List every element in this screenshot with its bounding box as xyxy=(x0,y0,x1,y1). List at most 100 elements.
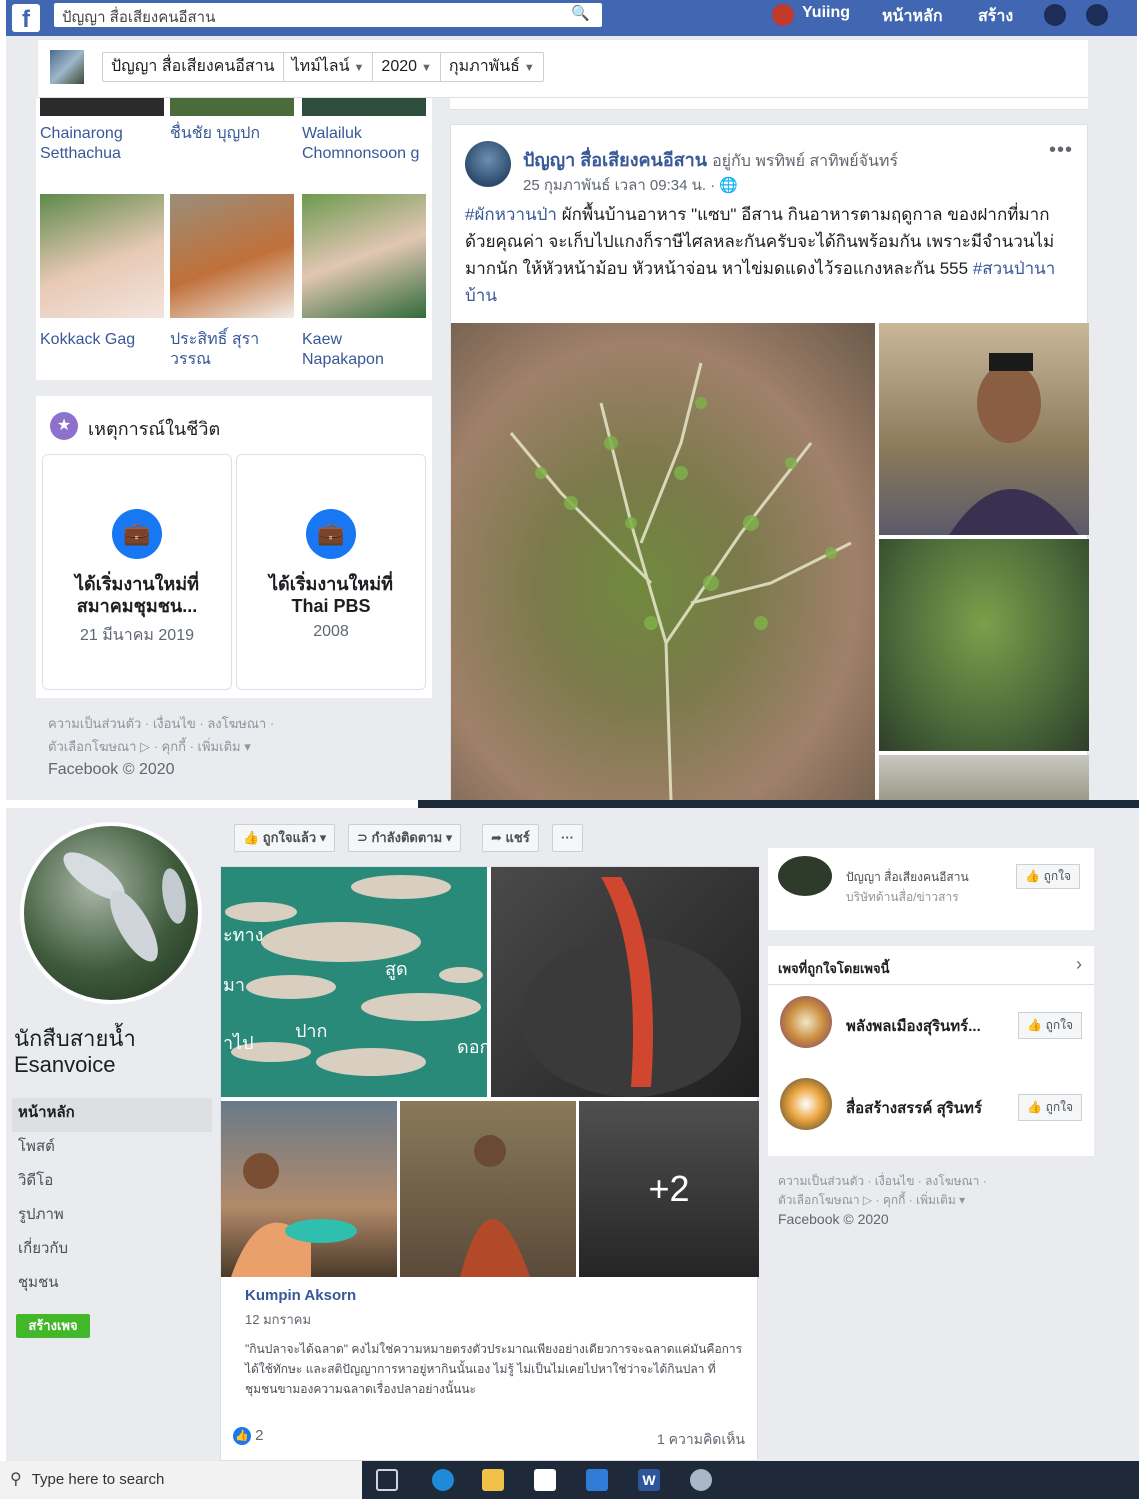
liked-page-name[interactable]: สื่อสร้างสรรค์ สุรินทร์ xyxy=(846,1096,982,1120)
comment-count[interactable]: 1 ความคิดเห็น xyxy=(657,1429,745,1451)
life-event-card[interactable]: 💼 ได้เริ่มงานใหม่ที่ Thai PBS 2008 xyxy=(236,454,426,690)
create-page-button[interactable]: สร้างเพจ xyxy=(16,1314,90,1338)
footer-links[interactable]: ตัวเลือกโฆษณา ▷ · คุกกี้ · เพิ่มเติม ▾ xyxy=(48,735,274,758)
friend-photo[interactable] xyxy=(302,98,426,116)
post-author[interactable]: ปัญญา สื่อเสียงคนอีสาน อยู่กับ พรทิพย์ ส… xyxy=(523,145,898,174)
friend-name[interactable]: Chainarong Setthachua xyxy=(40,124,164,164)
friends-icon[interactable] xyxy=(1044,4,1066,26)
fish-label: ะทาง xyxy=(223,925,263,946)
chevron-down-icon: ▼ xyxy=(353,62,365,74)
sidebar-item-about[interactable]: เกี่ยวกับ xyxy=(12,1234,212,1268)
crumb-month[interactable]: กุมภาพันธ์ ▼ xyxy=(441,53,543,81)
timeline-screenshot: f ปัญญา สื่อเสียงคนอีสาน 🔍 Yuiing หน้าหล… xyxy=(6,0,1137,800)
fish-fillet-illustration xyxy=(521,877,741,1097)
more-photos-count[interactable]: +2 xyxy=(579,1101,759,1277)
friend-photo[interactable] xyxy=(40,194,164,318)
life-event-card[interactable]: 💼 ได้เริ่มงานใหม่ที่ สมาคมชุมชน... 21 มี… xyxy=(42,454,232,690)
friend-photo[interactable] xyxy=(302,194,426,318)
following-button[interactable]: ⊃ กำลังติดตาม ▾ xyxy=(348,824,462,852)
windows-taskbar: ⚲ Type here to search W xyxy=(0,1461,1139,1499)
profile-thumbnail[interactable] xyxy=(50,50,84,84)
home-link[interactable]: หน้าหลัก xyxy=(882,4,943,29)
sidebar-item-community[interactable]: ชุมชน xyxy=(12,1268,212,1302)
post-photo-selfie[interactable] xyxy=(879,323,1089,535)
man-illustration xyxy=(460,1135,530,1277)
sidebar-item-photos[interactable]: รูปภาพ xyxy=(12,1200,212,1234)
life-events-card: ★ เหตุการณ์ในชีวิต 💼 ได้เริ่มงานใหม่ที่ … xyxy=(36,396,432,698)
fish-fillet-photo[interactable] xyxy=(491,867,759,1097)
user-avatar[interactable] xyxy=(772,4,794,26)
page-profile-photo[interactable] xyxy=(20,822,202,1004)
mail-icon[interactable] xyxy=(586,1469,608,1491)
woman-washing-photo[interactable] xyxy=(221,1101,397,1277)
post-author[interactable]: Kumpin Aksorn xyxy=(245,1287,356,1304)
liked-pages-card: เพจที่ถูกใจโดยเพจนี้ › พลังพลเมืองสุรินท… xyxy=(768,946,1094,1156)
word-icon[interactable]: W xyxy=(638,1469,660,1491)
post-photo-extra[interactable] xyxy=(879,755,1089,800)
reaction-summary[interactable]: 👍 2 xyxy=(233,1427,264,1446)
footer-links[interactable]: ความเป็นส่วนตัว · เงื่อนไข · ลงโฆษณา · xyxy=(778,1172,987,1191)
crumb-profile[interactable]: ปัญญา สื่อเสียงคนอีสาน xyxy=(103,53,284,81)
liked-button[interactable]: 👍 ถูกใจแล้ว ▾ xyxy=(234,824,336,852)
sidebar-item-home[interactable]: หน้าหลัก xyxy=(12,1098,212,1132)
page-footer: ความเป็นส่วนตัว · เงื่อนไข · ลงโฆษณา · ต… xyxy=(48,712,274,781)
like-page-button[interactable]: 👍 ถูกใจ xyxy=(1018,1012,1082,1039)
more-photos-tile[interactable]: +2 xyxy=(579,1101,759,1277)
fish-label: สูด xyxy=(385,959,408,980)
page-logo-icon[interactable] xyxy=(780,1078,832,1130)
page-action-bar: 👍 ถูกใจแล้ว ▾ ⊃ กำลังติดตาม ▾ ➦ แชร์ ··· xyxy=(220,816,758,860)
chevron-right-icon[interactable]: › xyxy=(1076,954,1082,975)
breadcrumb: ปัญญา สื่อเสียงคนอีสาน ไทม์ไลน์ ▼ 2020 ▼ ก… xyxy=(102,52,544,82)
profile-link[interactable]: Yuiing xyxy=(802,4,850,22)
related-page-name[interactable]: ปัญญา สื่อเสียงคนอีสาน xyxy=(846,868,969,887)
life-event-date: 2008 xyxy=(313,623,349,640)
related-page-avatar[interactable] xyxy=(778,856,832,896)
friend-photo[interactable] xyxy=(170,194,294,318)
edge-icon[interactable] xyxy=(432,1469,454,1491)
post-photo-plant[interactable] xyxy=(879,539,1089,751)
friend-name[interactable]: ประสิทธิ์ สุรา วรรณ xyxy=(170,330,294,370)
search-icon[interactable]: 🔍 xyxy=(571,4,590,22)
friend-photo[interactable] xyxy=(40,98,164,116)
post-photo-main[interactable] xyxy=(451,323,875,800)
file-explorer-icon[interactable] xyxy=(482,1469,504,1491)
task-view-icon[interactable] xyxy=(376,1469,398,1491)
friend-name[interactable]: Kaew Napakapon xyxy=(302,330,426,370)
store-icon[interactable] xyxy=(534,1469,556,1491)
facebook-logo-icon[interactable]: f xyxy=(12,4,40,33)
post-tagged-with[interactable]: อยู่กับ พรทิพย์ สาทิพย์จันทร์ xyxy=(712,153,898,170)
liked-page-name[interactable]: พลังพลเมืองสุรินทร์... xyxy=(846,1014,981,1038)
photos-icon[interactable] xyxy=(690,1469,712,1491)
man-standing-photo[interactable] xyxy=(400,1101,576,1277)
life-events-title: เหตุการณ์ในชีวิต xyxy=(88,419,221,439)
footer-links[interactable]: ความเป็นส่วนตัว · เงื่อนไข · ลงโฆษณา · xyxy=(48,712,274,735)
fish-board-photo[interactable]: ะทาง สูด มา ปาก าไป ดอก xyxy=(221,867,487,1097)
more-button[interactable]: ··· xyxy=(552,824,583,852)
friend-photo[interactable] xyxy=(170,98,294,116)
taskbar-search-input[interactable]: ⚲ Type here to search xyxy=(0,1461,362,1499)
like-page-button[interactable]: 👍 ถูกใจ xyxy=(1016,864,1080,889)
post-timestamp[interactable]: 25 กุมภาพันธ์ เวลา 09:34 น. · 🌐 xyxy=(523,173,738,197)
author-avatar[interactable] xyxy=(465,141,511,187)
share-button[interactable]: ➦ แชร์ xyxy=(482,824,539,852)
crumb-year[interactable]: 2020 ▼ xyxy=(373,53,441,81)
briefcase-icon: 💼 xyxy=(306,509,356,559)
post-date[interactable]: 12 มกราคม xyxy=(245,1309,311,1330)
timeline-nav: ปัญญา สื่อเสียงคนอีสาน ไทม์ไลน์ ▼ 2020 ▼ ก… xyxy=(38,40,1088,98)
create-link[interactable]: สร้าง xyxy=(978,4,1013,29)
sidebar-item-posts[interactable]: โพสต์ xyxy=(12,1132,212,1166)
star-icon: ★ xyxy=(50,412,78,440)
fish-label: ดอก xyxy=(457,1037,487,1058)
footer-links[interactable]: ตัวเลือกโฆษณา ▷ · คุกกี้ · เพิ่มเติม ▾ xyxy=(778,1191,987,1210)
page-logo-icon[interactable] xyxy=(780,996,832,1048)
friend-name[interactable]: Walailuk Chomnonsoon g xyxy=(302,124,424,164)
friend-name[interactable]: Kokkack Gag xyxy=(40,330,164,350)
search-input[interactable]: ปัญญา สื่อเสียงคนอีสาน 🔍 xyxy=(54,3,602,27)
sidebar-item-videos[interactable]: วิดีโอ xyxy=(12,1166,212,1200)
more-options-icon[interactable]: ••• xyxy=(1049,139,1073,162)
like-page-button[interactable]: 👍 ถูกใจ xyxy=(1018,1094,1082,1121)
messenger-icon[interactable] xyxy=(1086,4,1108,26)
hashtag-link[interactable]: #ผักหวานป่า xyxy=(465,205,557,224)
friend-name[interactable]: ชื่นชัย บุญปก xyxy=(170,124,294,144)
crumb-timeline[interactable]: ไทม์ไลน์ ▼ xyxy=(284,53,374,81)
